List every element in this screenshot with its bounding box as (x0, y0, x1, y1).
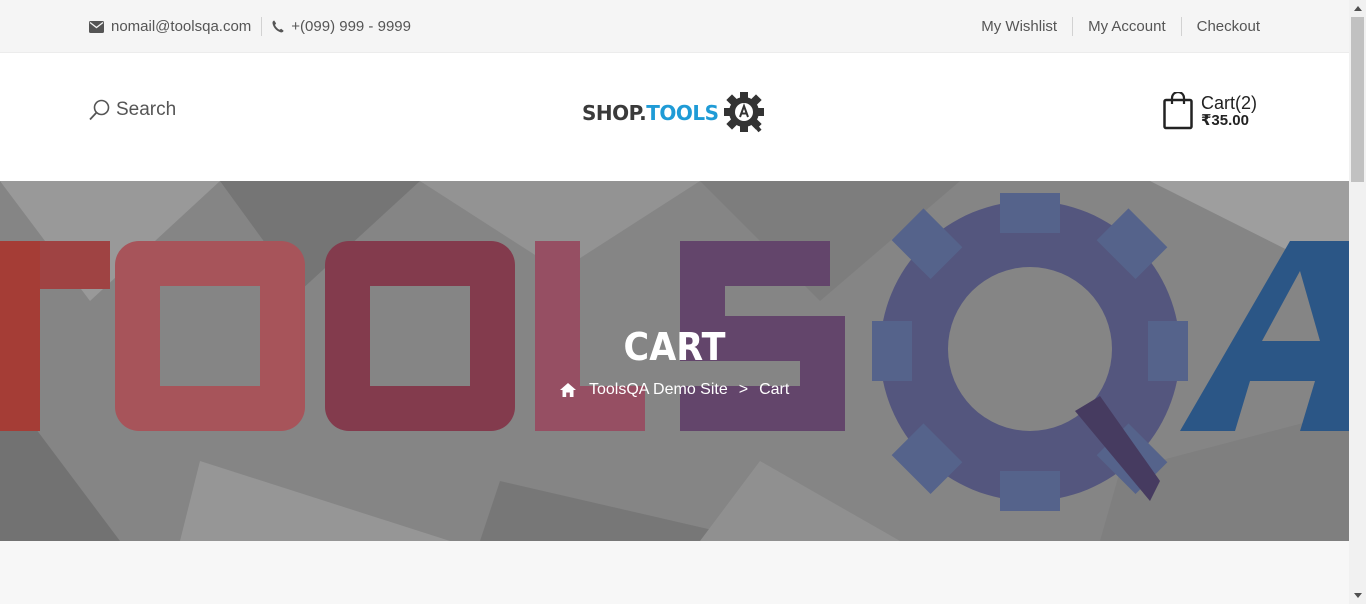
phone-text: +(099) 999 - 9999 (291, 18, 411, 35)
gear-logo-icon (723, 92, 764, 133)
account-links: My Wishlist My Account Checkout (981, 0, 1260, 53)
scroll-up-arrow[interactable] (1349, 0, 1366, 17)
page-content (0, 541, 1349, 604)
phone-item: +(099) 999 - 9999 (272, 18, 411, 35)
page-banner: CART ToolsQA Demo Site > Cart (0, 181, 1349, 541)
top-bar: nomail@toolsqa.com +(099) 999 - 9999 My … (0, 0, 1349, 53)
site-logo[interactable]: SHOP. TOOLS (582, 90, 772, 136)
my-account-link[interactable]: My Account (1088, 18, 1166, 35)
cart-widget[interactable]: Cart(2) ₹35.00 (1163, 89, 1263, 133)
divider (261, 17, 263, 36)
cart-info: Cart(2) ₹35.00 (1201, 92, 1258, 129)
site-header: Search SHOP. TOOLS Cart(2) ₹35.00 (0, 53, 1349, 181)
breadcrumb-separator: > (738, 381, 749, 398)
phone-icon (272, 20, 284, 33)
cart-count: Cart(2) (1201, 92, 1258, 113)
home-icon[interactable] (559, 382, 577, 398)
breadcrumb: ToolsQA Demo Site > Cart (559, 379, 789, 401)
search-icon (89, 99, 110, 121)
email-item: nomail@toolsqa.com (89, 18, 251, 35)
search-label: Search (116, 99, 177, 120)
checkout-link[interactable]: Checkout (1197, 18, 1260, 35)
page-title: CART (623, 325, 726, 369)
logo-text-shop: SHOP. (582, 101, 647, 125)
logo-text-tools: TOOLS (646, 101, 719, 125)
shopping-bag-icon (1163, 92, 1193, 130)
cart-amount: ₹35.00 (1201, 111, 1249, 129)
breadcrumb-home-link[interactable]: ToolsQA Demo Site (589, 381, 728, 399)
vertical-scrollbar[interactable] (1349, 0, 1366, 604)
my-wishlist-link[interactable]: My Wishlist (981, 18, 1057, 35)
envelope-icon (89, 20, 104, 33)
arrow-up-icon (1353, 6, 1362, 11)
search-button[interactable]: Search (89, 97, 176, 123)
breadcrumb-current: Cart (759, 381, 790, 398)
scrollbar-thumb[interactable] (1351, 17, 1364, 182)
contact-info: nomail@toolsqa.com +(099) 999 - 9999 (89, 0, 411, 53)
divider (1180, 17, 1182, 36)
divider (1072, 17, 1074, 36)
scroll-down-arrow[interactable] (1349, 587, 1366, 604)
email-text: nomail@toolsqa.com (111, 18, 252, 35)
arrow-down-icon (1353, 593, 1362, 598)
